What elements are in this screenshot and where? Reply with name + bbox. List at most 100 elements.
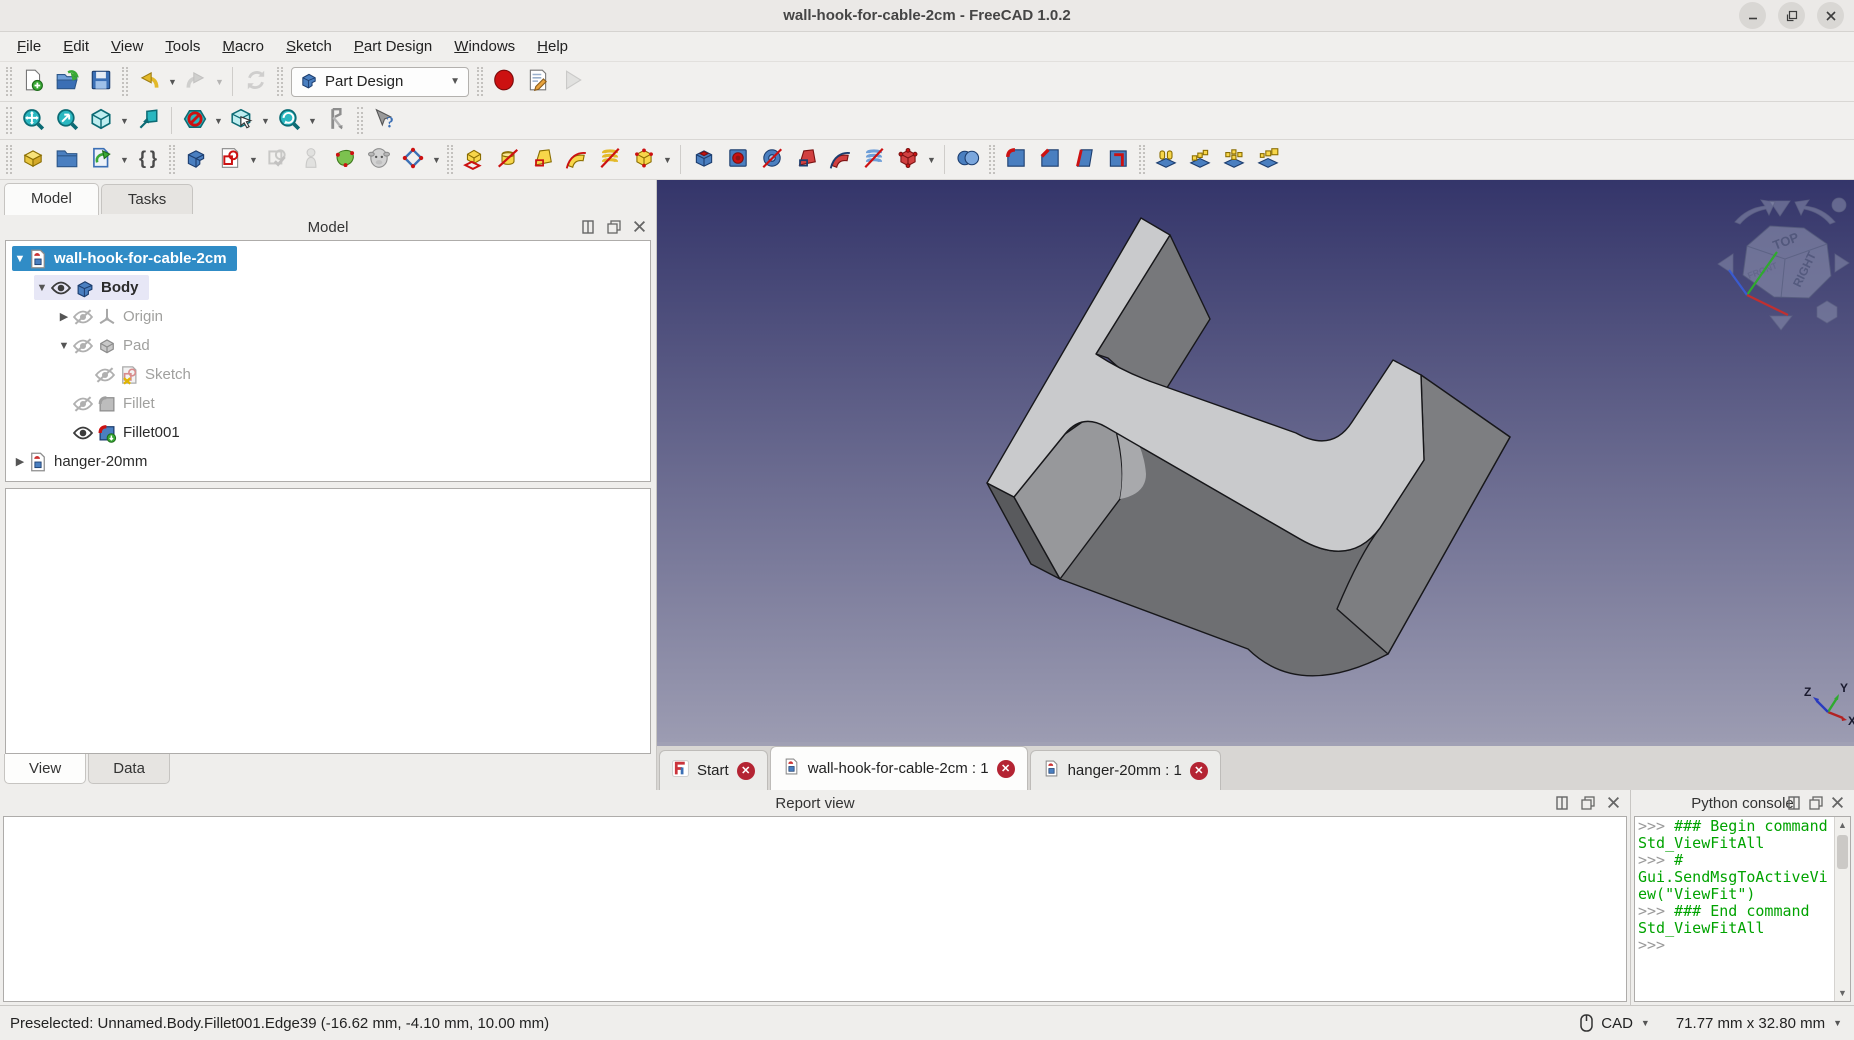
measure-button[interactable] [319,105,353,137]
console-scrollbar[interactable]: ▲ ▼ [1834,817,1850,1001]
rotate-view-button-dropdown[interactable]: ▼ [306,105,319,137]
toolbar-grip[interactable] [169,145,175,174]
additive-loft-button[interactable] [525,144,559,176]
tree-item-origin[interactable]: ▶Origin [6,302,650,331]
menu-view[interactable]: View [100,35,154,58]
expander-right-icon[interactable]: ▶ [56,310,72,323]
toolbar-grip[interactable] [1139,145,1145,174]
create-body-button[interactable] [179,144,213,176]
undo-button-dropdown[interactable]: ▼ [166,66,179,98]
expander-right-icon[interactable]: ▶ [12,455,28,468]
dock-panel-icon[interactable] [1553,794,1570,811]
float-panel-icon[interactable] [605,218,622,235]
additive-helix-button[interactable] [593,144,627,176]
create-part-button[interactable] [16,144,50,176]
toolbar-grip[interactable] [6,67,12,96]
menu-windows[interactable]: Windows [443,35,526,58]
visibility-on-icon[interactable] [50,279,72,297]
fillet-button[interactable] [999,144,1033,176]
tab-close-icon[interactable]: ✕ [997,760,1015,778]
linear-pattern-button[interactable] [1183,144,1217,176]
new-document-button[interactable] [16,66,50,98]
expander-down-icon[interactable]: ▼ [34,282,50,294]
redo-button[interactable] [179,66,213,98]
additive-primitive-button[interactable] [627,144,661,176]
document-tab-hanger-20mm-1[interactable]: hanger-20mm : 1✕ [1030,750,1221,790]
additive-primitive-button-dropdown[interactable]: ▼ [661,144,674,176]
toolbar-grip[interactable] [477,67,483,96]
dimensions-dropdown-icon[interactable]: ▼ [1833,1018,1842,1028]
dock-panel-icon[interactable] [1785,794,1802,811]
polar-pattern-button[interactable] [1217,144,1251,176]
tree-item-wall-hook-for-cable-2cm[interactable]: ▼wall-hook-for-cable-2cm [6,244,650,273]
macro-execute-button[interactable] [555,66,589,98]
tree-item-fillet001[interactable]: Fillet001 [6,418,650,447]
revolution-button[interactable] [491,144,525,176]
refresh-button[interactable] [239,66,273,98]
scrollbar-thumb[interactable] [1837,835,1848,869]
multitransform-button[interactable] [1251,144,1285,176]
subtractive-primitive-button[interactable] [891,144,925,176]
navcube-top-view-dot[interactable] [1832,198,1846,212]
tree-item-hanger-20mm[interactable]: ▶hanger-20mm [6,447,650,476]
toolbar-grip[interactable] [989,145,995,174]
toolbar-grip[interactable] [357,107,363,134]
document-tab-start[interactable]: Start✕ [659,750,768,790]
create-datum-button[interactable] [396,144,430,176]
close-panel-icon[interactable] [631,218,648,235]
menu-edit[interactable]: Edit [52,35,100,58]
3d-viewport[interactable]: TOP RIGHT FRONT X [657,180,1854,742]
subtractive-helix-button[interactable] [857,144,891,176]
tree-item-fillet[interactable]: Fillet [6,389,650,418]
undo-button[interactable] [132,66,166,98]
workbench-selector[interactable]: Part Design▼ [291,67,469,97]
toolbar-grip[interactable] [277,67,283,96]
tab-tasks[interactable]: Tasks [101,184,193,214]
toolbar-grip[interactable] [122,67,128,96]
tree-item-sketch[interactable]: Sketch [6,360,650,389]
box-selection-button[interactable] [225,105,259,137]
viewport-dimensions[interactable]: 71.77 mm x 32.80 mm [1676,1015,1825,1032]
view-isometric-button[interactable] [84,105,118,137]
toolbar-grip[interactable] [6,107,12,134]
menu-sketch[interactable]: Sketch [275,35,343,58]
tab-data[interactable]: Data [88,754,170,784]
menu-part-design[interactable]: Part Design [343,35,443,58]
groove-button[interactable] [755,144,789,176]
save-document-button[interactable] [84,66,118,98]
mouse-mode-dropdown-icon[interactable]: ▼ [1641,1018,1650,1028]
menu-macro[interactable]: Macro [211,35,275,58]
pocket-button[interactable] [687,144,721,176]
macro-record-button[interactable] [487,66,521,98]
visibility-off-icon[interactable] [72,308,94,326]
tab-model[interactable]: Model [4,183,99,215]
tree-item-pad[interactable]: ▼Pad [6,331,650,360]
thickness-button[interactable] [1101,144,1135,176]
whats-this-button[interactable]: ? [367,105,401,137]
make-link-button[interactable] [84,144,118,176]
draft-button[interactable] [1067,144,1101,176]
fit-selection-button[interactable] [50,105,84,137]
sketch-tools-button[interactable] [294,144,328,176]
visibility-off-icon[interactable] [72,337,94,355]
tab-close-icon[interactable]: ✕ [1190,762,1208,780]
create-datum-button-dropdown[interactable]: ▼ [430,144,443,176]
visibility-on-icon[interactable] [72,424,94,442]
hole-button[interactable] [721,144,755,176]
minimize-button[interactable] [1739,2,1766,29]
dock-panel-icon[interactable] [579,218,596,235]
close-button[interactable] [1817,2,1844,29]
clone-button[interactable] [362,144,396,176]
view-isometric-button-dropdown[interactable]: ▼ [118,105,131,137]
macro-edit-button[interactable] [521,66,555,98]
subtractive-loft-button[interactable] [789,144,823,176]
pad-button[interactable] [457,144,491,176]
close-panel-icon[interactable] [1829,794,1846,811]
expander-down-icon[interactable]: ▼ [12,253,28,265]
scroll-down-icon[interactable]: ▼ [1835,985,1850,1001]
clip-plane-button-dropdown[interactable]: ▼ [212,105,225,137]
tab-close-icon[interactable]: ✕ [737,762,755,780]
close-panel-icon[interactable] [1605,794,1622,811]
visibility-off-icon[interactable] [72,395,94,413]
float-panel-icon[interactable] [1579,794,1596,811]
